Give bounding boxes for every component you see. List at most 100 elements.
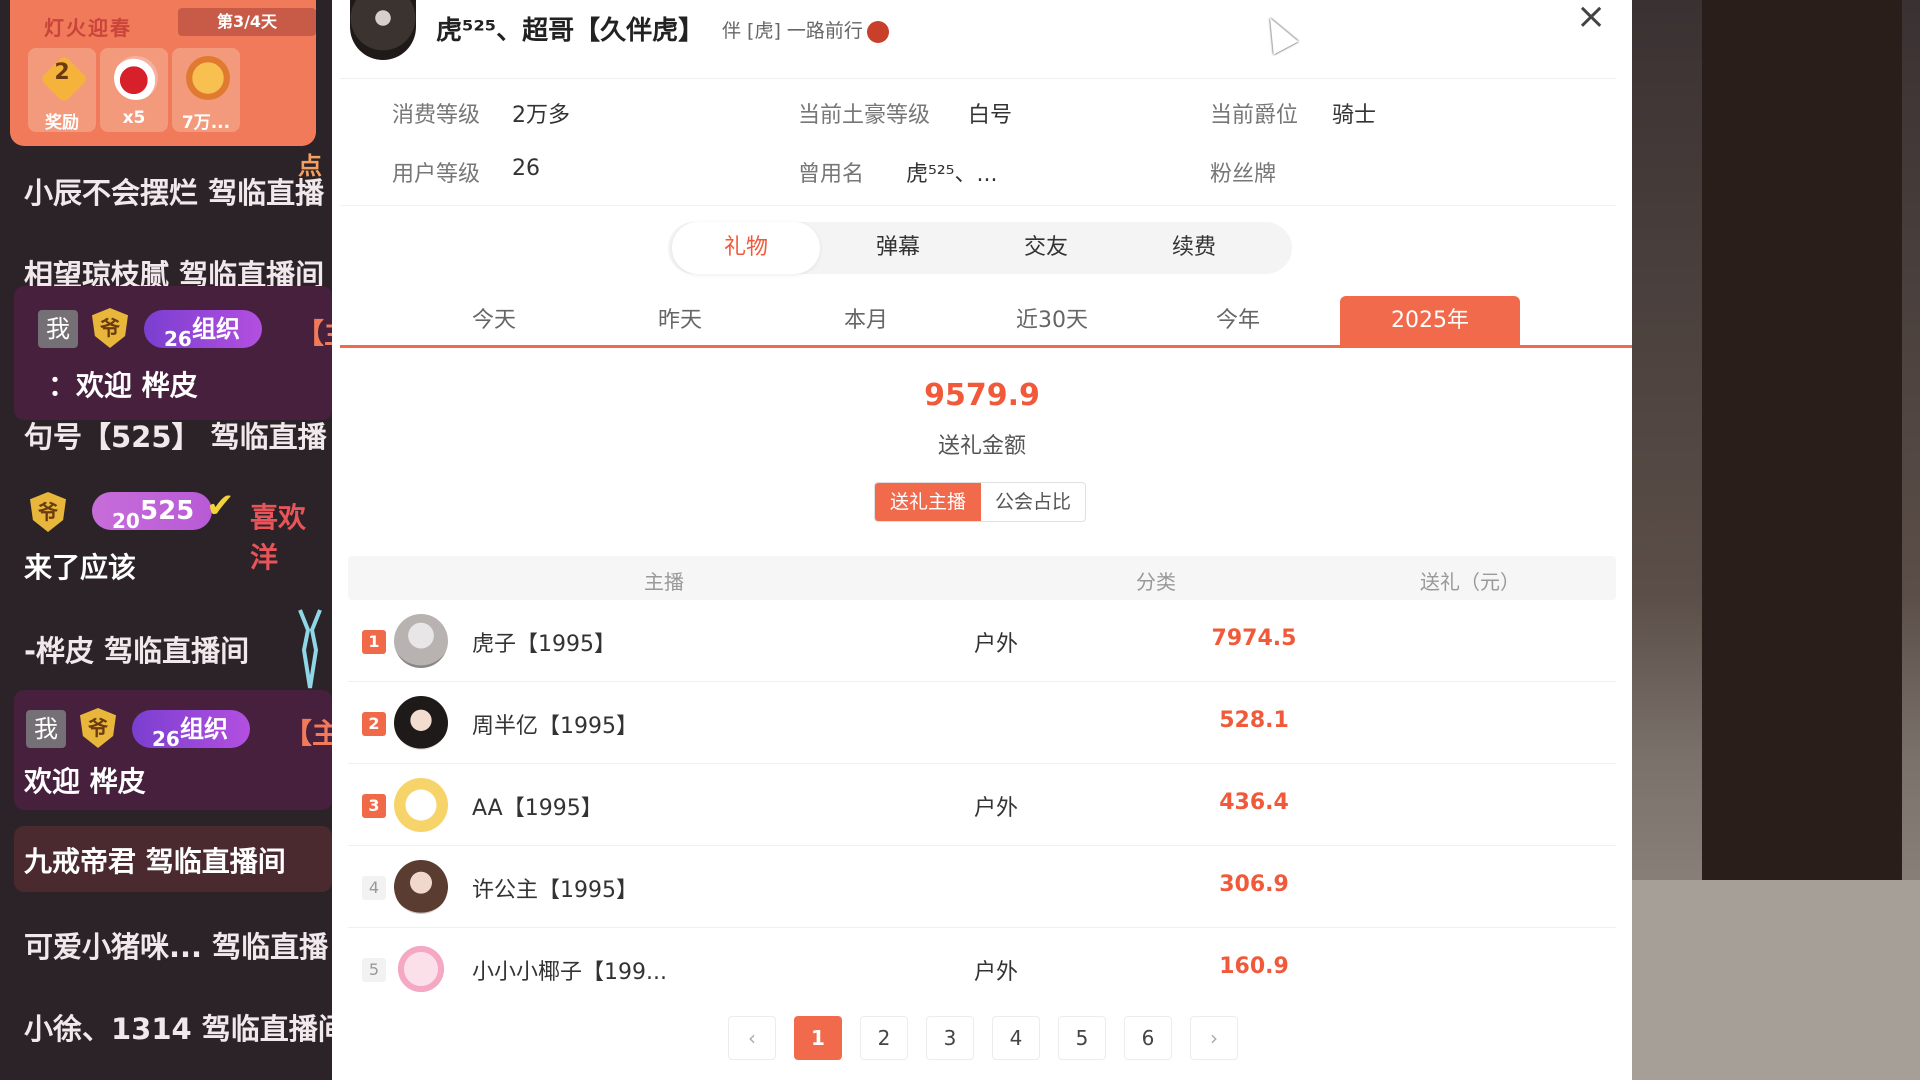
org-badge[interactable]: 26 组织 [144,310,262,351]
info-key: 曾用名 [798,162,865,187]
info-key: 用户等级 [392,162,481,187]
gift-amount: 436.4 [1219,790,1289,815]
rank-badge: 2 [362,712,386,736]
chat-text: 可爱小猪咪... 驾临直播 [24,930,329,964]
tab-this-month[interactable]: 本月 [776,296,956,345]
me-tag: 我 [26,710,66,748]
live-chat-panel: 灯火迎春 第3/4天 2 奖励 x5 7万... 点 小辰不会摆烂 驾临直播 相… [0,0,332,1080]
streamer-name: AA【1995】 [472,796,603,821]
org-label: 组织 [192,315,240,343]
role-bracket: 【主 [296,317,332,350]
tab-yesterday[interactable]: 昨天 [590,296,770,345]
next-page-button[interactable]: › [1190,1016,1238,1060]
table-row[interactable]: 3 AA【1995】 户外 436.4 [348,764,1616,846]
page-button-3[interactable]: 3 [926,1016,974,1060]
category-tabs: 礼物 弹幕 交友 续费 [668,222,1292,274]
chat-text: 句号【525】 驾临直播 [24,420,327,454]
tab-today[interactable]: 今天 [404,296,584,345]
tab-danmaku[interactable]: 弹幕 [824,222,972,274]
column-streamer: 主播 [644,570,684,594]
tab-last-30-days[interactable]: 近30天 [962,296,1142,345]
org-label: 组织 [180,715,228,743]
noble-shield-icon: 爷 [92,308,128,348]
page-button-4[interactable]: 4 [992,1016,1040,1060]
chat-text: 小徐、1314 驾临直播间 [24,1012,332,1046]
door-frame [1702,0,1902,920]
table-row[interactable]: 4 许公主【1995】 306.9 [348,846,1616,928]
tab-renewal[interactable]: 续费 [1120,222,1268,274]
mouse-cursor-icon [1257,11,1299,55]
avatar[interactable] [394,778,448,832]
chat-welcome-block: 我 爷 26 组织 【主 ：欢迎 桦皮 [14,286,332,420]
avatar[interactable] [394,614,448,668]
tab-gifts[interactable]: 礼物 [672,222,820,274]
streamer-name: 许公主【1995】 [472,878,638,903]
chat-message: 小辰不会摆烂 驾临直播 [24,170,324,212]
table-row[interactable]: 1 虎子【1995】 户外 7974.5 [348,600,1616,682]
table-header: 主播 分类 送礼（元） [348,556,1616,600]
role-bracket: 【主 [284,717,332,750]
column-category: 分类 [1136,570,1176,594]
tab-this-year[interactable]: 今年 [1148,296,1328,345]
info-value: 2万多 [512,103,570,128]
streamer-name: 周半亿【1995】 [472,714,638,739]
avatar[interactable] [394,696,448,750]
noble-shield-icon: 爷 [80,708,116,748]
streamer-category: 户外 [974,632,1019,657]
tab-friends[interactable]: 交友 [972,222,1120,274]
page-button-6[interactable]: 6 [1124,1016,1172,1060]
table-row[interactable]: 5 小小小椰子【199... 户外 160.9 [348,928,1616,1010]
cherry-gift-icon [114,56,158,100]
org-level: 26 [152,727,180,751]
close-button[interactable]: × [1576,0,1606,37]
org-level: 26 [164,327,192,351]
me-tag: 我 [38,310,78,348]
avatar[interactable] [394,860,448,914]
chat-text: ：欢迎 桦皮 [48,369,198,402]
chat-message: -桦皮 驾临直播间 [24,628,249,670]
fans-badge[interactable]: 20 525 [92,492,212,533]
avatar[interactable] [350,0,416,60]
event-gift-card[interactable]: 灯火迎春 第3/4天 2 奖励 x5 7万... [10,0,316,146]
page-button-1[interactable]: 1 [794,1016,842,1060]
gift-slot-coin[interactable]: 7万... [172,48,240,133]
event-day-label: 第3/4天 [178,8,316,36]
page-button-5[interactable]: 5 [1058,1016,1106,1060]
info-value: 26 [512,156,540,181]
gift-amount: 306.9 [1219,872,1289,897]
avatar[interactable] [394,942,448,996]
chat-message: 九戒帝君 驾临直播间 [14,826,332,892]
tiger-icon [866,20,889,43]
chat-text: 欢迎 桦皮 [24,765,146,798]
streamer-name: 小小小椰子【199... [472,960,667,985]
chat-text: 小辰不会摆烂 驾临直播 [24,176,325,210]
gift-amount: 528.1 [1219,708,1289,733]
gift-slot-cherry[interactable]: x5 [100,48,168,132]
user-tag: 伴 [虎] 一路前行 [722,16,889,43]
info-key: 当前土豪等级 [798,103,931,128]
view-toggle: 送礼主播 公会占比 [874,482,1086,522]
pagination: ‹ 1 2 3 4 5 6 › [332,1016,1632,1060]
total-gift-label: 送礼金额 [937,434,1026,459]
prev-page-button[interactable]: ‹ [728,1016,776,1060]
org-badge[interactable]: 26 组织 [132,710,250,751]
chat-message: 小徐、1314 驾临直播间 [24,1006,332,1048]
toggle-streamers[interactable]: 送礼主播 [875,483,981,521]
streamer-name: 虎子【1995】 [472,632,616,657]
streamer-category: 户外 [974,960,1019,985]
page-button-2[interactable]: 2 [860,1016,908,1060]
chat-welcome-block: 我 爷 26 组织 【主 欢迎 桦皮 [14,690,332,810]
info-key: 当前爵位 [1210,103,1299,128]
toggle-guild-share[interactable]: 公会占比 [981,483,1085,521]
chat-extra: 喜欢洋 [250,501,307,574]
gift-slot-reward[interactable]: 2 奖励 [28,48,96,133]
user-detail-popup: 虎⁵²⁵、超哥【久伴虎】 伴 [虎] 一路前行 × 消费等级 2万多 当前土豪等… [332,0,1632,1080]
rank-badge: 3 [362,794,386,818]
tab-2025[interactable]: 2025年 [1340,296,1520,345]
deer-icon [298,609,322,689]
coin-gift-icon [186,56,230,100]
chat-text: -桦皮 驾临直播间 [24,634,250,668]
gift-slot-label: 7万... [181,113,231,133]
table-row[interactable]: 2 周半亿【1995】 528.1 [348,682,1616,764]
streamer-category: 户外 [974,796,1019,821]
